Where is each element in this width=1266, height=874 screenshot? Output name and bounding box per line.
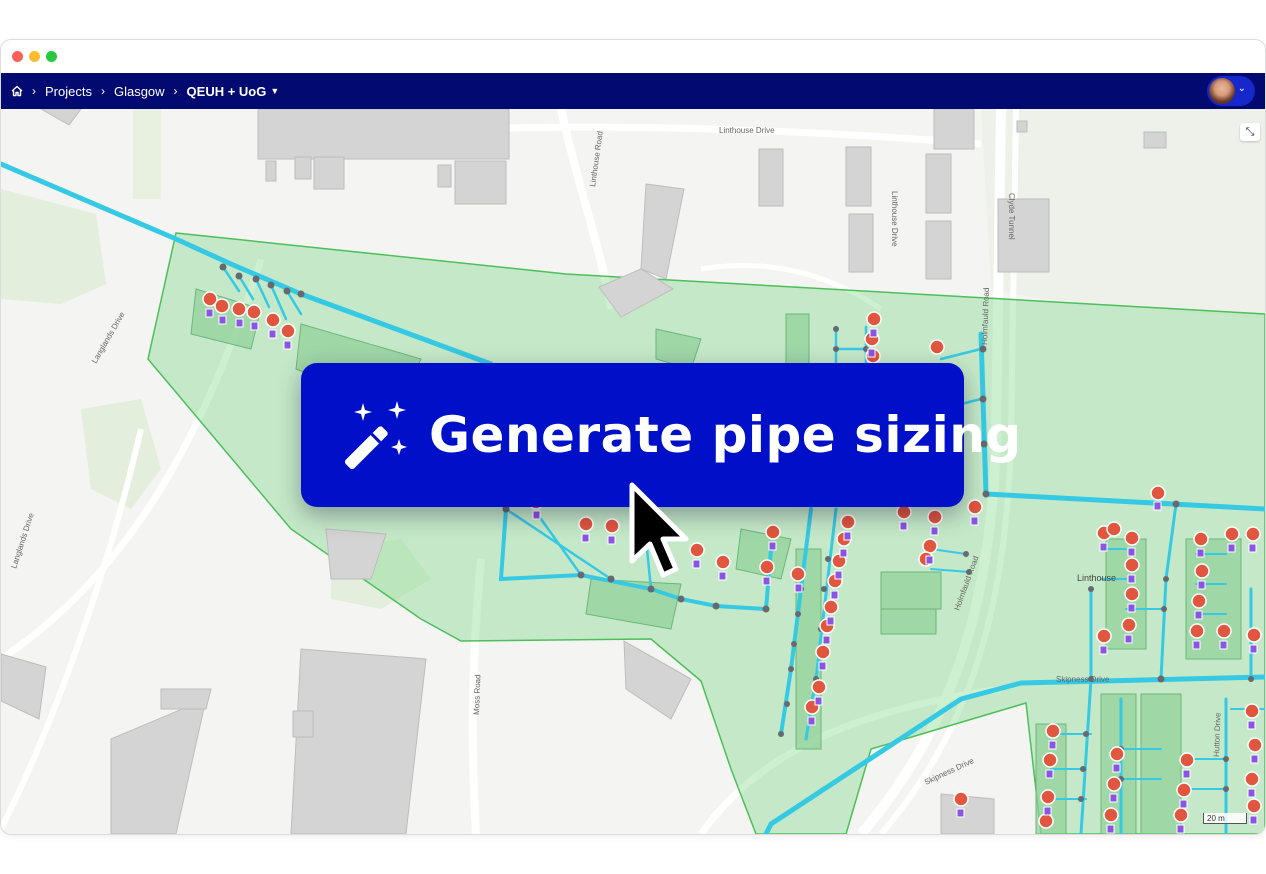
user-avatar	[1209, 78, 1235, 104]
breadcrumb-glasgow[interactable]: Glasgow	[114, 84, 165, 99]
breadcrumb-projects[interactable]: Projects	[45, 84, 92, 99]
map-scale: 20 m	[1203, 813, 1247, 824]
minimize-view-icon[interactable]: ⤡	[1240, 123, 1260, 141]
street-label: Skipness Drive	[1056, 675, 1110, 684]
caret-down-icon[interactable]: ▼	[270, 86, 279, 96]
street-label: Langlands Drive	[9, 511, 36, 569]
street-label: Hutton Drive	[1212, 712, 1223, 757]
street-label: Clyde Tunnel	[1007, 193, 1016, 240]
top-navbar: › Projects › Glasgow › QEUH + UoG ▼ ⌄	[1, 73, 1265, 109]
street-label: Linthouse Drive	[890, 191, 899, 247]
magic-wand-icon	[344, 401, 407, 470]
generate-pipe-sizing-label: Generate pipe sizing	[429, 406, 1022, 464]
window-titlebar	[1, 40, 1265, 73]
chevron-right-icon: ›	[173, 84, 178, 98]
street-label: Langlands Drive	[90, 310, 127, 365]
breadcrumb: › Projects › Glasgow › QEUH + UoG ▼	[11, 73, 279, 109]
close-window-button[interactable]	[12, 51, 23, 62]
street-label: Linthouse Drive	[719, 126, 775, 135]
home-icon[interactable]	[11, 85, 23, 97]
street-label: Moss Road	[472, 674, 482, 715]
mouse-cursor-icon	[629, 482, 689, 578]
chevron-down-icon: ⌄	[1237, 83, 1246, 94]
maximize-window-button[interactable]	[46, 51, 57, 62]
area-label: Linthouse	[1077, 573, 1116, 583]
breadcrumb-current-project[interactable]: QEUH + UoG	[187, 84, 267, 99]
user-menu-button[interactable]: ⌄	[1207, 76, 1255, 106]
chevron-right-icon: ›	[32, 84, 36, 98]
street-label: Linthouse Road	[588, 131, 605, 188]
minimize-window-button[interactable]	[29, 51, 40, 62]
chevron-right-icon: ›	[100, 84, 105, 98]
